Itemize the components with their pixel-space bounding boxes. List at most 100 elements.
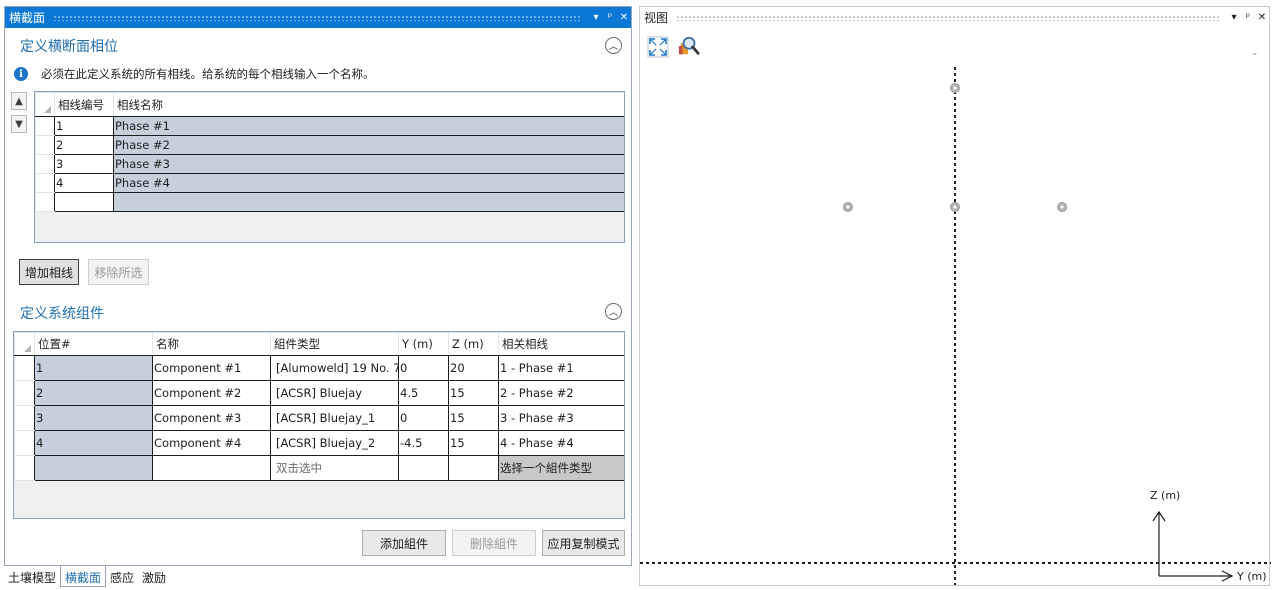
column-header-position[interactable]: 位置# [34,332,153,356]
row-header[interactable] [35,173,55,193]
row-header[interactable] [14,430,35,456]
table-row[interactable]: 4 Component #4 [ACSR] Bluejay_2 -4.5 15 … [14,430,624,456]
type-cell[interactable]: 双击选中 [270,455,399,481]
y-cell[interactable]: 4.5 [398,380,449,406]
type-cell[interactable]: [Alumoweld] 19 No. 7 [270,355,399,381]
phase-cell[interactable]: 选择一个組件类型 [498,455,624,481]
table-row[interactable]: 1 Phase #1 [35,116,624,136]
collapse-component-icon[interactable]: ︿ [605,303,622,320]
name-cell[interactable]: Component #1 [152,355,271,381]
phase-name-cell[interactable]: Phase #3 [113,154,624,174]
column-header-y[interactable]: Y (m) [398,332,449,356]
dropdown-icon[interactable]: ▾ [589,12,603,23]
phase-number-cell[interactable]: 4 [54,173,114,193]
row-header[interactable] [35,135,55,155]
phase-number-cell[interactable]: 2 [54,135,114,155]
tab-cross-section[interactable]: 横截面 [60,566,107,587]
delete-component-button[interactable]: 删除組件 [452,530,536,556]
y-cell[interactable]: 0 [398,405,449,431]
phase-cell[interactable]: 1 - Phase #1 [498,355,624,381]
cross-section-panel: 横截面 ▾ ᵖ ✕ 定义横断面相位 ︿ i 必须在此定义系统的所有相线。给系统的… [4,6,632,566]
scroll-indicator-icon: ⌄ [1251,48,1259,58]
cross-section-view-canvas[interactable]: ⌄ Z (m) Y (m) [640,7,1271,585]
column-header-phase-number[interactable]: 相线编号 [54,92,114,117]
tab-soil-model[interactable]: 土壤模型 [4,566,60,587]
type-cell[interactable]: [ACSR] Bluejay [270,380,399,406]
conductor-point-center [953,205,957,209]
y-cell[interactable]: -4.5 [398,430,449,456]
z-cell[interactable]: 20 [448,355,499,381]
column-header-phase-name[interactable]: 相线名称 [113,92,624,117]
remove-selected-button[interactable]: 移除所选 [88,259,149,285]
move-down-button[interactable]: ▼ [11,115,27,133]
phase-number-cell[interactable]: 3 [54,154,114,174]
y-cell[interactable] [398,455,449,481]
position-cell[interactable]: 4 [34,430,153,456]
row-header[interactable] [14,455,35,481]
bottom-tab-strip: 土壤模型 横截面 感应 激励 [4,566,170,588]
row-header[interactable] [14,355,35,381]
z-cell[interactable]: 15 [448,405,499,431]
row-header[interactable] [14,405,35,431]
add-phase-button[interactable]: 增加相线 [19,259,79,285]
info-text: 必须在此定义系统的所有相线。给系统的每个相线输入一个名称。 [41,67,375,81]
column-header-z[interactable]: Z (m) [448,332,499,356]
move-up-button[interactable]: ▲ [11,92,27,110]
close-icon[interactable]: ✕ [617,12,631,23]
table-row[interactable]: 1 Component #1 [Alumoweld] 19 No. 7 0 20… [14,355,624,381]
table-row[interactable]: 2 Component #2 [ACSR] Bluejay 4.5 15 2 -… [14,380,624,406]
column-header-type[interactable]: 組件类型 [270,332,399,356]
position-cell[interactable]: 3 [34,405,153,431]
type-cell[interactable]: [ACSR] Bluejay_1 [270,405,399,431]
new-component-row[interactable]: 双击选中 选择一个組件类型 [14,455,624,481]
info-icon: i [14,67,28,81]
table-row[interactable]: 4 Phase #4 [35,173,624,193]
drag-grip[interactable] [53,14,581,21]
y-axis-label: Y (m) [1236,570,1267,583]
table-row[interactable]: 2 Phase #2 [35,135,624,155]
column-header-name[interactable]: 名称 [152,332,271,356]
row-header[interactable] [35,192,55,212]
component-grid: 位置# 名称 組件类型 Y (m) Z (m) 相关相线 1 Component… [13,331,625,519]
conductor-point-center [846,205,850,209]
pin-icon[interactable]: ᵖ [603,12,617,23]
tab-excitation[interactable]: 激励 [138,566,170,587]
row-header[interactable] [35,154,55,174]
table-row[interactable]: 3 Component #3 [ACSR] Bluejay_1 0 15 3 -… [14,405,624,431]
z-cell[interactable]: 15 [448,430,499,456]
row-header[interactable] [14,380,35,406]
phase-name-cell[interactable]: Phase #1 [113,116,624,136]
add-component-button[interactable]: 添加組件 [362,530,446,556]
z-cell[interactable]: 15 [448,380,499,406]
new-phase-row[interactable] [35,192,624,212]
y-cell[interactable]: 0 [398,355,449,381]
position-cell[interactable] [34,455,153,481]
phase-name-cell[interactable]: Phase #2 [113,135,624,155]
name-cell[interactable] [152,455,271,481]
column-header-phase[interactable]: 相关相线 [498,332,624,356]
position-cell[interactable]: 1 [34,355,153,381]
up-arrow-icon: ▲ [15,95,23,107]
phase-cell[interactable]: 4 - Phase #4 [498,430,624,456]
phase-name-cell[interactable]: Phase #4 [113,173,624,193]
type-cell[interactable]: [ACSR] Bluejay_2 [270,430,399,456]
phase-cell[interactable]: 2 - Phase #2 [498,380,624,406]
name-cell[interactable]: Component #3 [152,405,271,431]
z-cell[interactable] [448,455,499,481]
name-cell[interactable]: Component #4 [152,430,271,456]
phase-name-cell[interactable] [113,192,624,212]
grid-corner[interactable] [14,332,35,356]
collapse-phase-icon[interactable]: ︿ [605,37,622,54]
row-header[interactable] [35,116,55,136]
table-row[interactable]: 3 Phase #3 [35,154,624,174]
tab-induction[interactable]: 感应 [106,566,138,587]
grid-corner[interactable] [35,92,55,117]
phase-cell[interactable]: 3 - Phase #3 [498,405,624,431]
phase-number-cell[interactable] [54,192,114,212]
phase-number-cell[interactable]: 1 [54,116,114,136]
position-cell[interactable]: 2 [34,380,153,406]
name-cell[interactable]: Component #2 [152,380,271,406]
apply-copy-mode-button[interactable]: 应用复制模式 [542,530,625,556]
cross-section-titlebar[interactable]: 横截面 ▾ ᵖ ✕ [5,7,631,28]
component-section-header: 定义系统组件 [20,306,104,322]
